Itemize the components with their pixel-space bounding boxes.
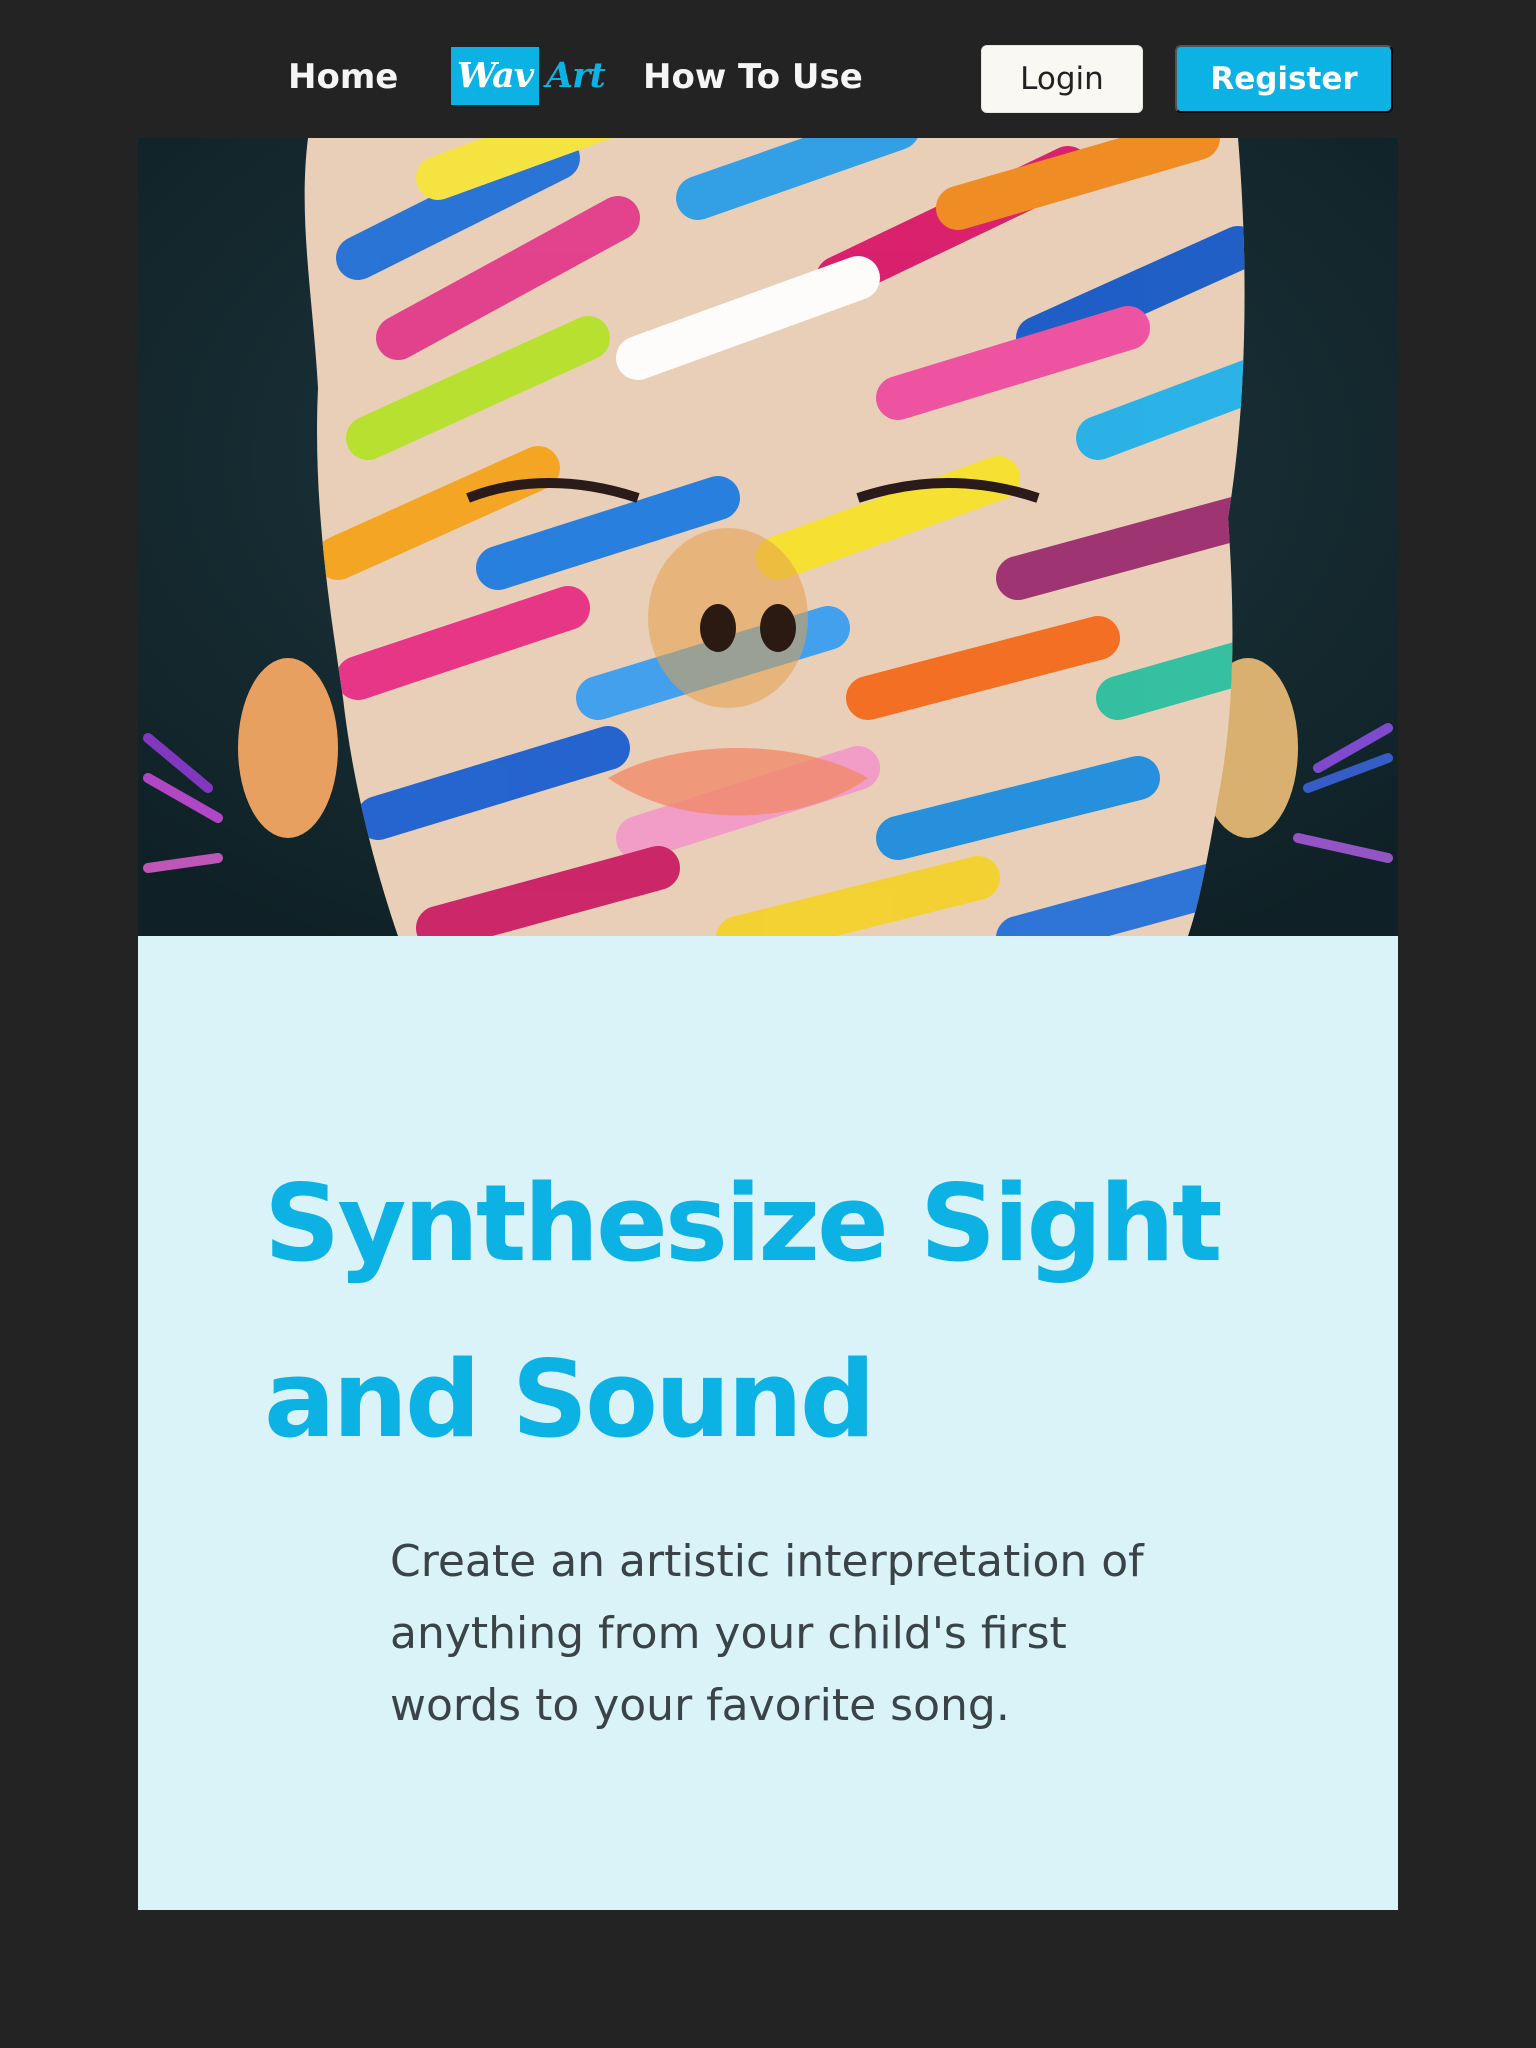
register-button[interactable]: Register [1175, 45, 1393, 113]
hero-content-panel: Synthesize Sight and Sound Create an art… [138, 936, 1398, 1910]
hero-image [138, 138, 1398, 936]
nav-how-to-use-link[interactable]: How To Use [643, 52, 863, 102]
hero-painted-face-illustration [138, 138, 1398, 936]
nav-home-link[interactable]: Home [288, 52, 398, 102]
page-headline: Synthesize Sight and Sound [264, 1162, 1223, 1461]
page-subtext: Create an artistic interpretation of any… [390, 1536, 1144, 1731]
login-button[interactable]: Login [981, 45, 1143, 113]
logo-wav: Wav [451, 47, 539, 105]
page: Home Wav Art How To Use Login Register S… [0, 0, 1536, 2048]
logo-art: Art [546, 55, 606, 96]
navbar: Home Wav Art How To Use Login Register [0, 0, 1536, 138]
